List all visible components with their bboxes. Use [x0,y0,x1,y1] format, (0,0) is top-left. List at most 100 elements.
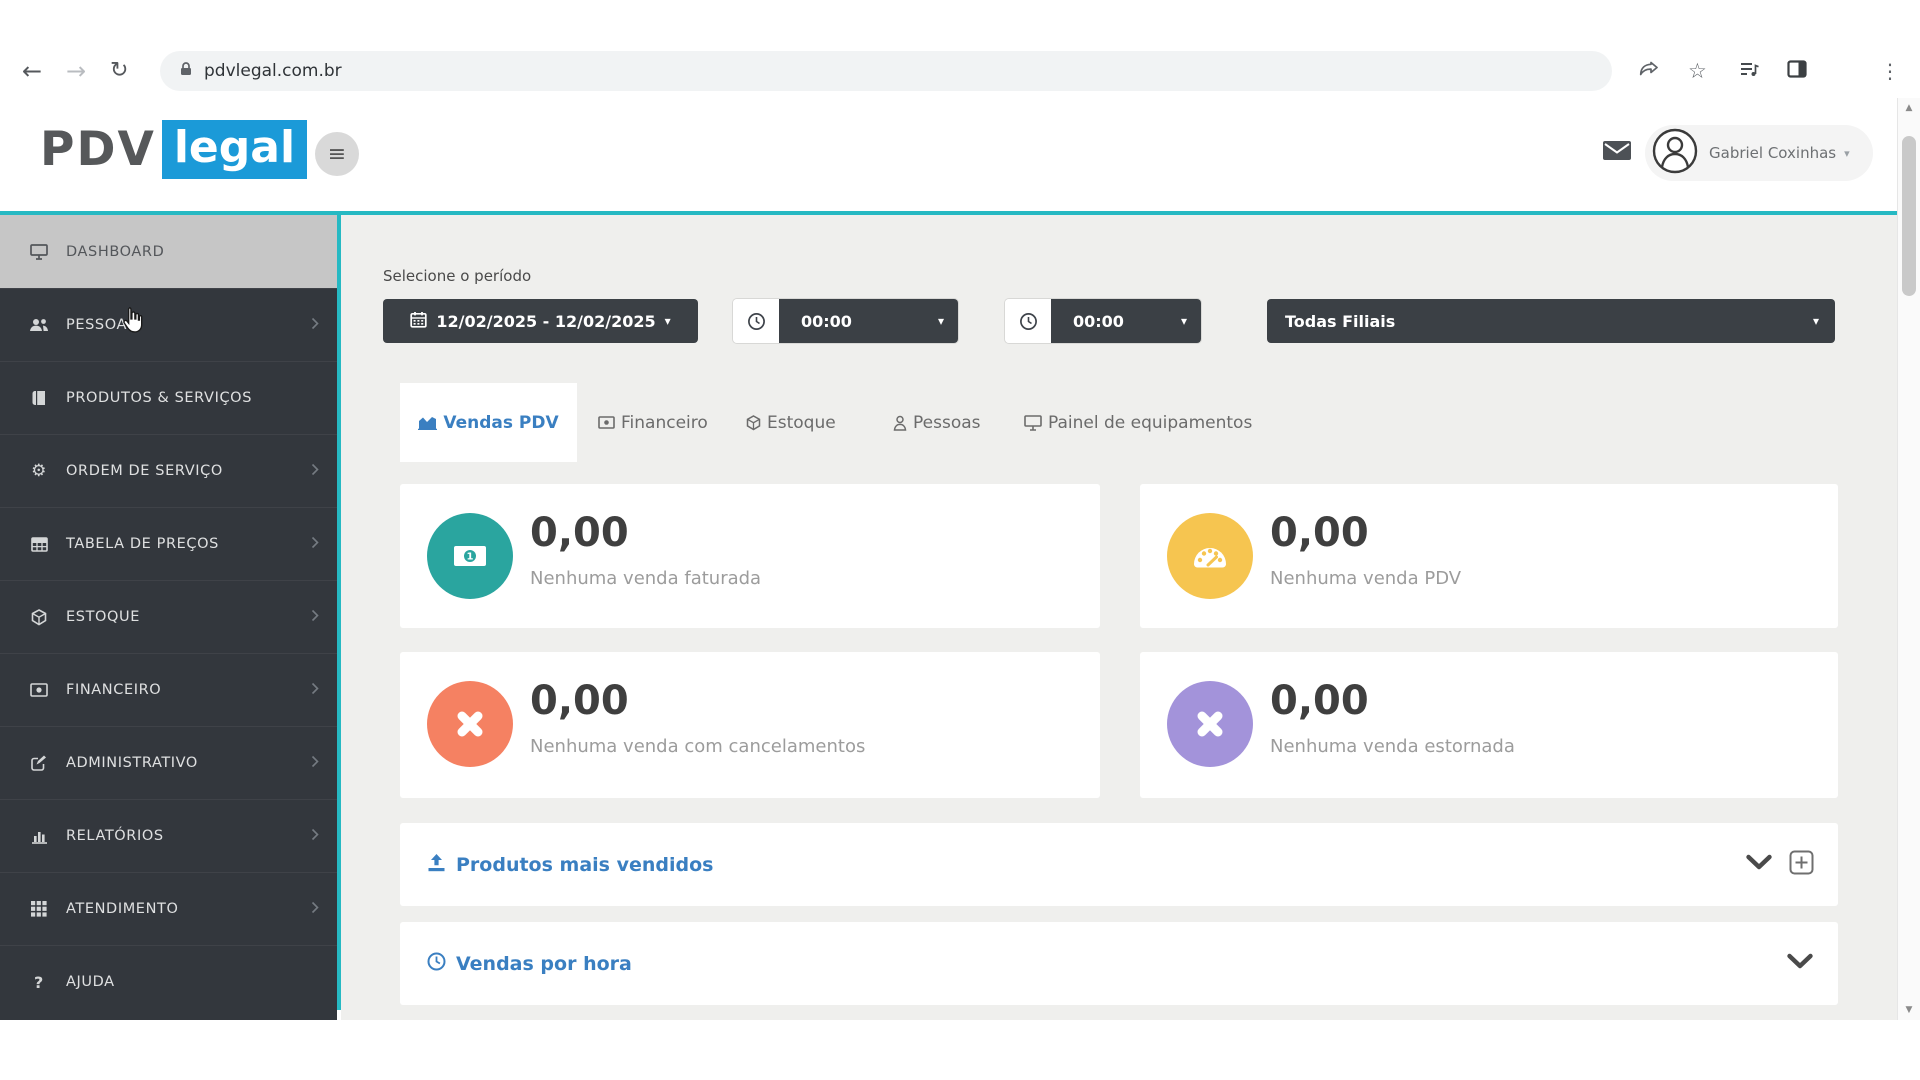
sidebar-item-dashboard[interactable]: DASHBOARD [0,215,337,288]
sidebar-item-ajuda[interactable]: ? AJUDA [0,945,337,1018]
chevron-right-icon [311,901,319,918]
sidebar-item-administrativo[interactable]: ADMINISTRATIVO [0,726,337,799]
sidebar-toggle-button[interactable]: ≡ [315,132,359,176]
back-arrow-icon[interactable]: ← [22,59,42,83]
chevron-right-icon [311,463,319,480]
browser-scrollbar[interactable]: ▲ ▼ [1897,98,1920,1020]
sidebar-item-atendimento[interactable]: ATENDIMENTO [0,872,337,945]
plus-square-icon[interactable] [1789,850,1814,879]
sidebar-item-estoque[interactable]: ESTOQUE [0,580,337,653]
chevron-down-icon: ▾ [938,314,944,328]
table-icon [28,537,50,552]
sidebar-label: TABELA DE PREÇOS [66,536,219,552]
clock-icon [733,299,779,343]
forward-arrow-icon[interactable]: → [66,59,86,83]
sidebar-label: RELATÓRIOS [66,828,164,844]
money-bill-icon: 1 [427,513,513,599]
sidebar-label: DASHBOARD [66,244,164,260]
scroll-down-icon[interactable]: ▼ [1898,1005,1920,1015]
stat-card-faturada: 1 0,00 Nenhuma venda faturada [400,484,1100,628]
cube-icon [746,415,761,431]
messages-envelope-icon[interactable] [1603,140,1631,165]
side-panel-icon[interactable] [1786,58,1808,84]
sidebar: DASHBOARD PESSOAS PRODUTOS & SERVIÇOS ⚙ … [0,215,337,1020]
sidebar-item-financeiro[interactable]: FINANCEIRO [0,653,337,726]
date-range-picker[interactable]: 12/02/2025 - 12/02/2025 ▾ [383,299,698,343]
logo-text-legal: legal [162,120,307,179]
sidebar-label: FINANCEIRO [66,682,161,698]
media-controls-icon[interactable] [1738,58,1760,84]
chevron-right-icon [311,682,319,699]
chevron-down-icon: ▾ [1813,314,1819,328]
monitor-icon [28,244,50,260]
person-icon [893,415,907,431]
upload-icon [427,854,446,876]
lock-icon [178,61,194,81]
chevron-right-icon [311,317,319,334]
main-content: Selecione o período 12/02/2025 - 12/02/2… [341,215,1897,1020]
sidebar-item-tabela-de-precos[interactable]: TABELA DE PREÇOS [0,507,337,580]
logo[interactable]: PDV legal [40,120,307,179]
book-icon [28,390,50,406]
chevron-down-icon[interactable] [1786,953,1814,974]
branch-select[interactable]: Todas Filiais ▾ [1267,299,1835,343]
gauge-icon [1167,513,1253,599]
tab-financeiro[interactable]: Financeiro [598,383,708,462]
tab-label: Vendas PDV [443,413,558,433]
sidebar-label: ESTOQUE [66,609,140,625]
sidebar-label: ORDEM DE SERVIÇO [66,463,223,479]
panel-produtos-mais-vendidos[interactable]: Produtos mais vendidos [400,823,1838,906]
panel-vendas-por-hora[interactable]: Vendas por hora [400,922,1838,1005]
calendar-icon [410,311,427,332]
stat-caption: Nenhuma venda faturada [530,568,761,589]
sidebar-label: ATENDIMENTO [66,901,179,917]
tab-label: Painel de equipamentos [1048,413,1252,433]
hamburger-icon: ≡ [328,142,346,167]
user-name: Gabriel Coxinhas [1709,144,1836,162]
chevron-down-icon: ▾ [665,314,671,328]
chevron-down-icon: ▾ [1181,314,1187,328]
tab-vendas-pdv[interactable]: Vendas PDV [400,383,577,462]
money-icon [28,683,50,697]
stat-value: 0,00 [1270,678,1369,724]
time-end-picker[interactable]: 00:00 ▾ [1005,299,1201,343]
sidebar-item-ordem-de-servico[interactable]: ⚙ ORDEM DE SERVIÇO [0,434,337,507]
clock-icon [1005,299,1051,343]
stat-value: 0,00 [1270,510,1369,556]
question-icon: ? [28,973,50,992]
edit-icon [28,755,50,771]
scroll-up-icon[interactable]: ▲ [1898,103,1920,113]
logo-text-pdv: PDV [40,122,156,177]
period-label: Selecione o período [383,267,531,285]
x-icon [1167,681,1253,767]
url-text: pdvlegal.com.br [204,61,342,81]
time-start-picker[interactable]: 00:00▾ [733,299,958,343]
sidebar-item-produtos-servicos[interactable]: PRODUTOS & SERVIÇOS [0,361,337,434]
share-icon[interactable] [1638,58,1660,84]
monitor-icon [1024,415,1042,431]
chart-area-icon [418,415,437,430]
gear-icon: ⚙ [28,463,50,480]
bookmark-star-icon[interactable]: ☆ [1688,59,1707,83]
money-icon [598,416,615,429]
user-menu[interactable]: Gabriel Coxinhas ▾ [1645,125,1873,181]
tab-estoque[interactable]: Estoque [746,383,836,462]
cube-icon [28,609,50,626]
sidebar-item-pessoas[interactable]: PESSOAS [0,288,337,361]
reload-icon[interactable]: ↻ [110,60,128,82]
bar-chart-icon [28,828,50,844]
sidebar-item-relatorios[interactable]: RELATÓRIOS [0,799,337,872]
browser-menu-icon[interactable]: ⋮ [1880,59,1900,83]
time-end-value: 00:00 [1073,312,1124,331]
branch-value: Todas Filiais [1285,312,1395,331]
tab-painel-de-equipamentos[interactable]: Painel de equipamentos [1024,383,1252,462]
tab-label: Estoque [767,413,836,433]
address-bar[interactable]: pdvlegal.com.br [160,51,1612,91]
tab-pessoas[interactable]: Pessoas [893,383,981,462]
tab-label: Financeiro [621,413,708,433]
stat-caption: Nenhuma venda estornada [1270,736,1515,757]
chevron-down-icon[interactable] [1745,854,1773,875]
scrollbar-thumb[interactable] [1902,136,1916,296]
chevron-right-icon [311,828,319,845]
sidebar-label: ADMINISTRATIVO [66,755,198,771]
